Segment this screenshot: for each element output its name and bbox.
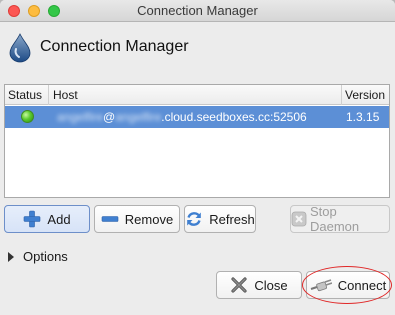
page-title: Connection Manager	[40, 38, 189, 55]
refresh-button-label: Refresh	[209, 211, 255, 227]
title-bar[interactable]: Connection Manager	[0, 0, 395, 22]
remove-button-label: Remove	[124, 211, 174, 227]
host-subdomain: angelfire	[115, 110, 162, 124]
version-cell: 1.3.15	[346, 110, 380, 124]
minus-icon	[101, 216, 119, 222]
list-header: Status Host Version	[5, 85, 389, 105]
stop-daemon-button-label: Stop Daemon	[310, 204, 360, 234]
add-button[interactable]: Add	[4, 205, 90, 233]
window-title: Connection Manager	[137, 3, 258, 18]
close-button[interactable]: Close	[216, 271, 302, 299]
table-row[interactable]: angelfire@angelfire.cloud.seedboxes.cc:5…	[5, 106, 389, 128]
options-expander[interactable]: Options	[8, 249, 68, 264]
stop-daemon-button[interactable]: Stop Daemon	[290, 204, 390, 234]
column-header-host[interactable]: Host	[53, 88, 78, 102]
annotation-circle	[302, 266, 392, 304]
options-label: Options	[23, 249, 68, 264]
plus-icon	[24, 210, 41, 228]
status-online-icon	[21, 110, 34, 123]
disclosure-triangle-icon	[8, 252, 14, 262]
connection-manager-window: Connection Manager Connection Manager St…	[0, 0, 395, 315]
refresh-icon	[187, 212, 202, 226]
close-button-label: Close	[254, 277, 288, 293]
deluge-droplet-icon	[9, 33, 31, 63]
close-x-icon	[231, 277, 247, 293]
host-domain: .cloud.seedboxes.cc:52506	[161, 110, 307, 124]
column-divider	[48, 85, 49, 105]
refresh-button[interactable]: Refresh	[184, 205, 256, 233]
host-cell: angelfire@angelfire.cloud.seedboxes.cc:5…	[57, 110, 307, 124]
column-header-version[interactable]: Version	[345, 88, 385, 102]
remove-button[interactable]: Remove	[94, 205, 180, 233]
host-list[interactable]: Status Host Version angelfire@angelfire.…	[4, 84, 390, 198]
column-header-status[interactable]: Status	[8, 88, 42, 102]
host-at: @	[103, 110, 116, 124]
add-button-label: Add	[47, 211, 71, 227]
column-divider	[341, 85, 342, 105]
host-username: angelfire	[57, 110, 104, 124]
stop-icon	[291, 211, 307, 227]
